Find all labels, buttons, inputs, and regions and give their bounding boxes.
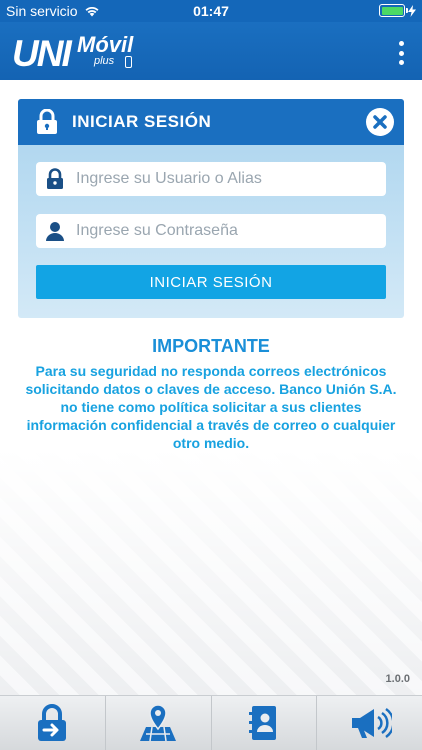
- contacts-book-icon: [248, 706, 276, 740]
- close-icon: [373, 115, 387, 129]
- battery-level: [381, 6, 403, 15]
- app-header: UNI Móvil plus: [0, 22, 422, 80]
- lock-icon: [47, 168, 63, 189]
- unimovil-logo: UNI Móvil plus: [12, 30, 152, 74]
- password-input[interactable]: [76, 214, 376, 248]
- login-header: INICIAR SESIÓN: [18, 99, 404, 145]
- kebab-dot: [398, 60, 404, 65]
- bottom-nav: [0, 695, 422, 750]
- charging-icon: [408, 4, 416, 17]
- status-bar: Sin servicio 01:47: [0, 0, 422, 22]
- important-title: IMPORTANTE: [152, 336, 270, 356]
- status-time: 01:47: [193, 3, 229, 19]
- login-title: INICIAR SESIÓN: [72, 112, 212, 131]
- kebab-dot: [398, 50, 404, 56]
- logo-uni-text: UNI: [12, 33, 72, 74]
- lock-icon: [37, 109, 57, 134]
- username-input[interactable]: [76, 162, 376, 196]
- password-field[interactable]: [36, 214, 386, 248]
- megaphone-icon: [351, 707, 392, 739]
- battery-icon: [379, 4, 408, 17]
- login-button[interactable]: INICIAR SESIÓN: [36, 265, 386, 299]
- logo-plus-text: plus: [94, 55, 115, 67]
- kebab-menu-icon[interactable]: [396, 41, 406, 65]
- nav-item-notices[interactable]: [317, 696, 422, 750]
- map-location-icon: [140, 704, 177, 742]
- version-label: 1.0.0: [385, 673, 410, 685]
- nav-item-contacts[interactable]: [212, 696, 318, 750]
- close-button[interactable]: [366, 108, 394, 136]
- login-card: INICIAR SESIÓN INICIAR SESIÓN: [18, 99, 404, 318]
- phone-icon: [125, 56, 132, 68]
- nav-item-map[interactable]: [106, 696, 212, 750]
- user-icon: [46, 222, 64, 241]
- nav-item-login[interactable]: [0, 696, 106, 750]
- lock-login-icon: [38, 704, 67, 741]
- status-right: [379, 4, 416, 17]
- kebab-dot: [398, 41, 404, 46]
- username-field[interactable]: [36, 162, 386, 196]
- important-text: Para su seguridad no responda correos el…: [25, 363, 397, 451]
